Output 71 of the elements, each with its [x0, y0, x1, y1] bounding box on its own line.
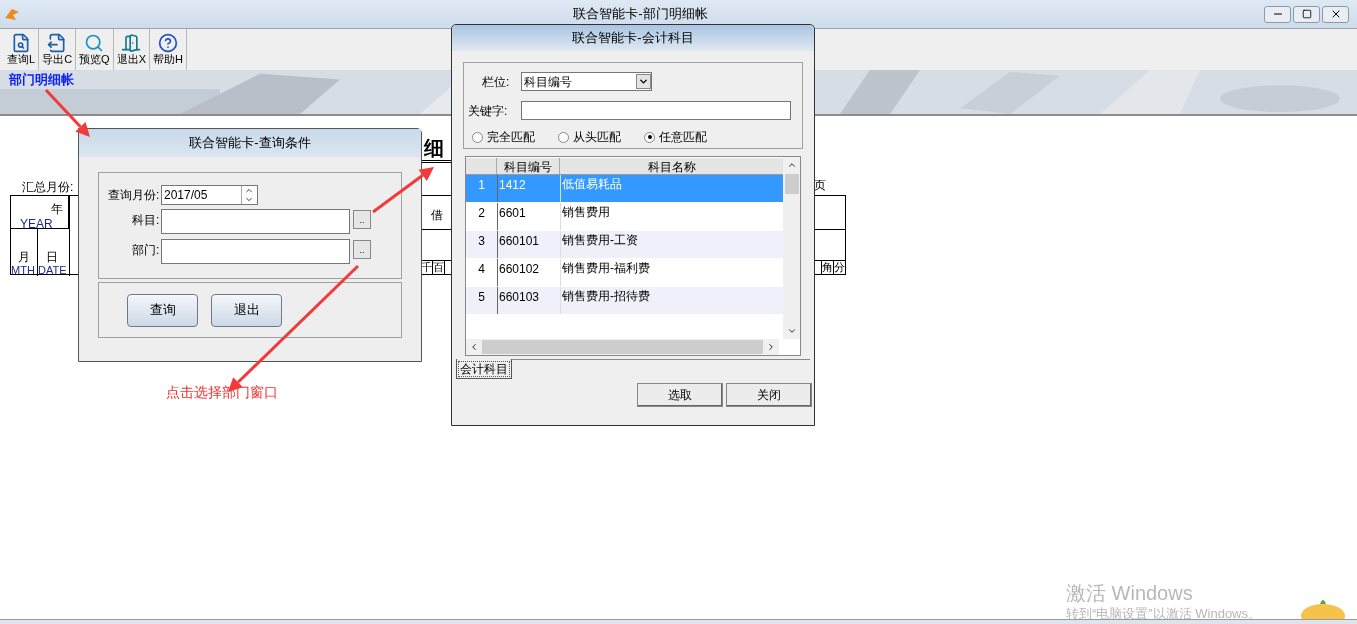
maximize-button[interactable]: [1293, 5, 1320, 23]
keyword-field[interactable]: [521, 101, 791, 120]
table-header: 借: [431, 207, 443, 224]
page-label: 页: [814, 177, 826, 194]
dialog-button[interactable]: 关闭: [726, 383, 812, 407]
table-header: 月: [18, 249, 30, 266]
column-header[interactable]: 科目名称: [560, 158, 783, 174]
door-icon: [121, 33, 142, 53]
field-label: 查询月份:: [108, 187, 160, 204]
browse-button[interactable]: ..: [353, 240, 371, 259]
scroll-down-icon[interactable]: [786, 326, 797, 336]
month-spinner[interactable]: 2017/05: [161, 185, 258, 205]
dialog-button[interactable]: 查询: [127, 293, 198, 327]
dialog-button[interactable]: 选取: [637, 383, 723, 407]
table-header: MTH: [11, 263, 35, 278]
match-radio[interactable]: 任意匹配: [644, 128, 724, 146]
scroll-left-icon[interactable]: [469, 342, 479, 352]
table-cell: 660103: [497, 287, 560, 314]
dropdown-icon: [638, 76, 649, 87]
row-number: 1: [477, 177, 486, 194]
table-cell: 660101: [497, 231, 560, 258]
subject-field[interactable]: [161, 209, 350, 234]
match-radio[interactable]: 从头匹配: [558, 128, 644, 146]
search-icon: [84, 33, 105, 53]
annotation-arrow: [44, 88, 90, 137]
department-field[interactable]: [161, 239, 350, 264]
file-arrow-icon: [47, 33, 68, 53]
table-cell: 6601: [497, 203, 560, 230]
vertical-scrollbar[interactable]: [783, 157, 800, 339]
window-title: 联合智能卡-部门明细帐: [572, 5, 709, 24]
match-radio[interactable]: 完全匹配: [472, 128, 558, 146]
table-header: YEAR: [20, 216, 53, 233]
scroll-thumb[interactable]: [482, 340, 763, 354]
table-header: 角: [821, 260, 833, 275]
minimize-button[interactable]: [1264, 5, 1291, 23]
dialog-title: 联合智能卡-查询条件: [189, 134, 311, 153]
field-label: 栏位:: [482, 74, 510, 91]
row-number: 2: [477, 205, 486, 222]
report-title: 细: [424, 136, 444, 161]
row-number: 4: [477, 261, 486, 278]
row-number: 5: [477, 289, 486, 306]
table-header: DATE: [38, 263, 67, 278]
dialog-title: 联合智能卡-会计科目: [572, 29, 694, 48]
summary-month-label: 汇总月份:: [22, 179, 74, 196]
horizontal-scrollbar[interactable]: [466, 339, 779, 355]
maximize-icon: [1301, 9, 1312, 19]
close-button[interactable]: [1322, 5, 1349, 23]
column-header[interactable]: 科目编号: [497, 158, 560, 174]
table-header: 年: [51, 201, 63, 218]
field-label: 关键字:: [468, 103, 508, 120]
grid-row[interactable]: 3 660101 销售费用-工资: [466, 231, 783, 259]
table-header: 分: [833, 260, 845, 275]
table-header: 百: [433, 260, 445, 275]
scroll-up-icon[interactable]: [786, 160, 797, 170]
column-select[interactable]: 科目编号: [521, 72, 652, 91]
row-number: 3: [477, 233, 486, 250]
tab[interactable]: 会计科目: [456, 359, 512, 379]
scroll-right-icon[interactable]: [766, 342, 776, 352]
browse-button[interactable]: ..: [353, 210, 371, 229]
grid-row[interactable]: 5 660103 销售费用-招待费: [466, 287, 783, 315]
table-cell: 1412: [497, 175, 560, 202]
help-icon: [157, 33, 178, 53]
app-logo-icon: [4, 6, 20, 22]
field-label: 部门:: [132, 242, 160, 259]
table-header: 日: [46, 249, 58, 266]
scroll-thumb[interactable]: [784, 174, 799, 194]
activation-title: 激活 Windows: [1066, 581, 1193, 606]
banner-title: 部门明细帐: [9, 71, 74, 89]
table-cell: 660102: [497, 259, 560, 286]
field-label: 科目:: [132, 212, 160, 229]
dialog-button[interactable]: 退出: [211, 293, 282, 327]
